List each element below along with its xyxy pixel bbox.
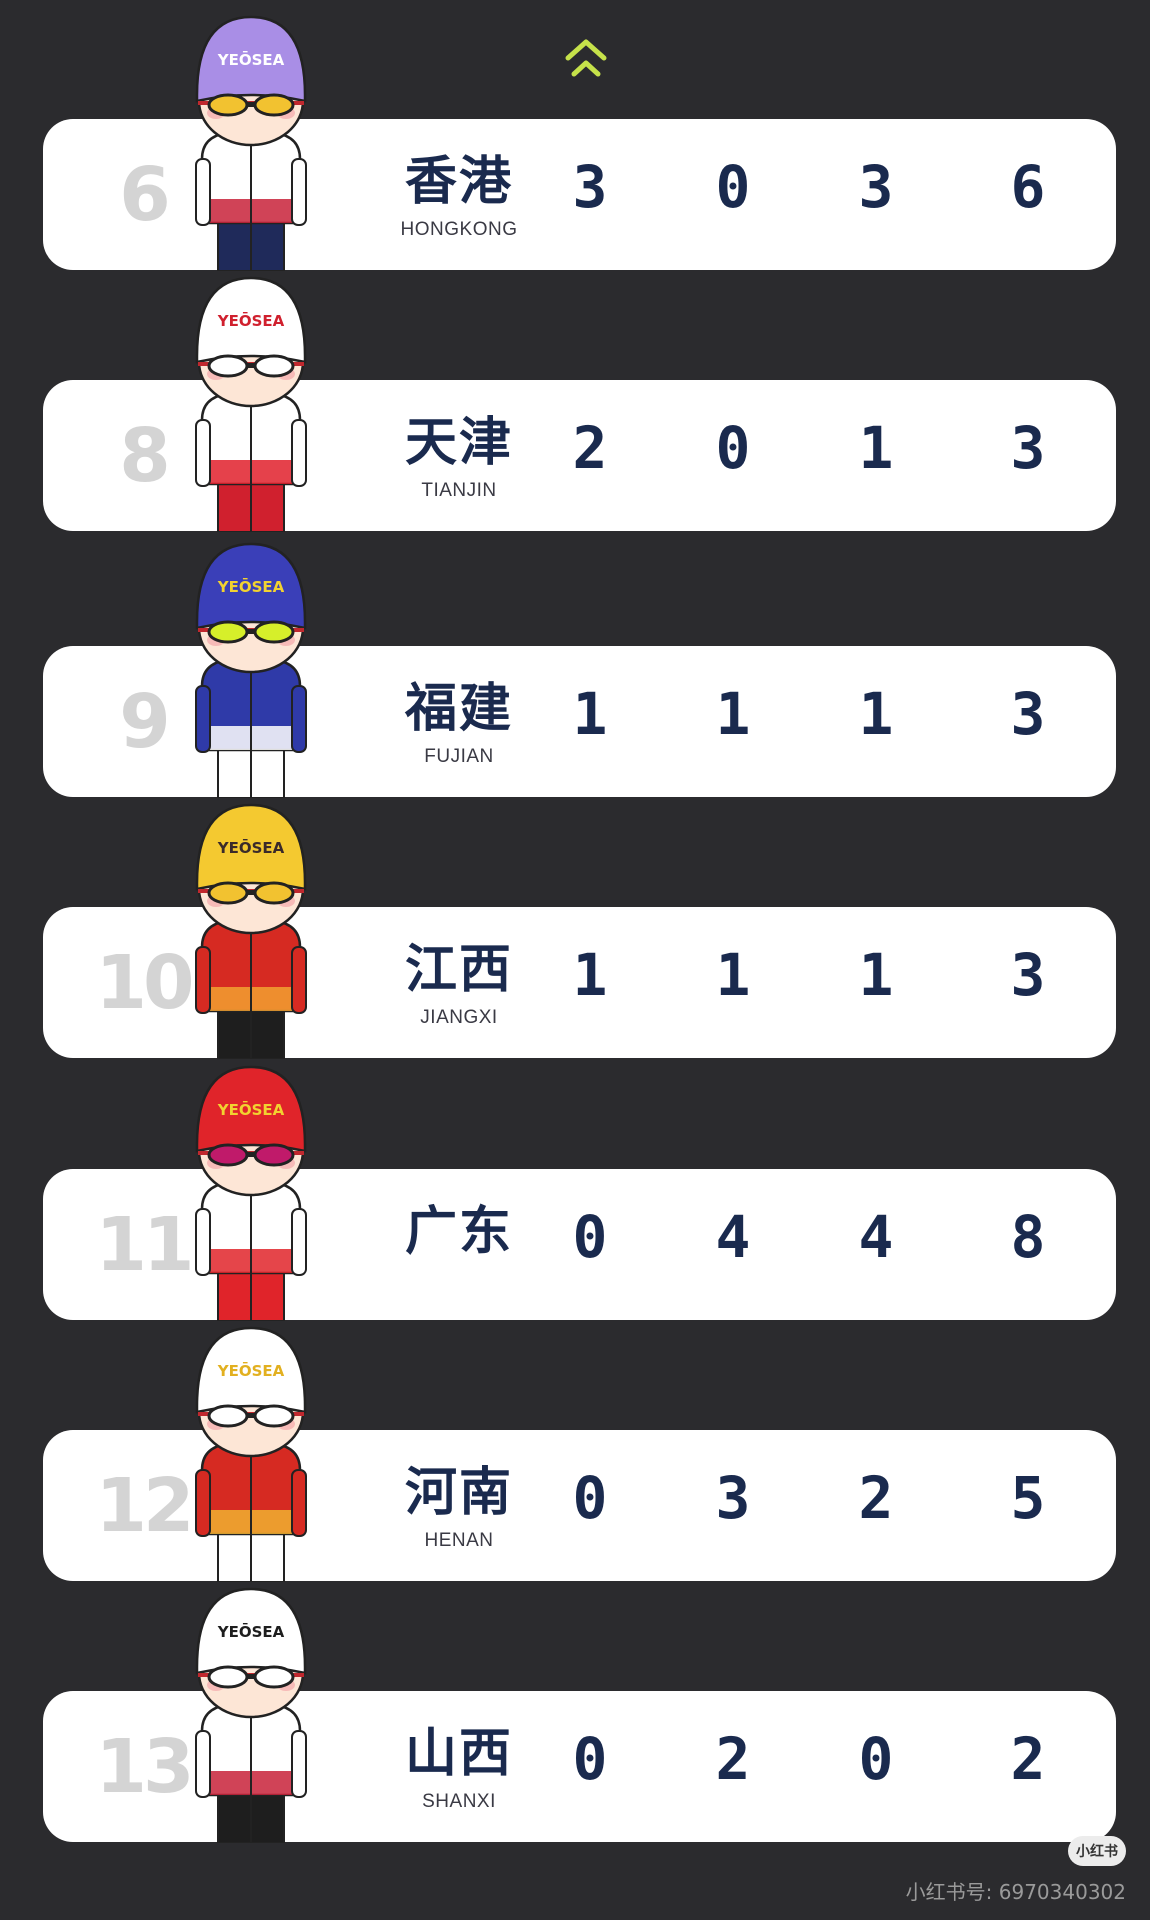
watermark-account-id: 小红书号: 6970340302	[905, 1880, 1126, 1904]
bronze-count: 4	[858, 1203, 894, 1271]
total-count: 3	[1010, 680, 1046, 748]
cap-brand-logo: YEŌSEA	[217, 1099, 285, 1119]
gold-count: 0	[572, 1464, 608, 1532]
gold-count: 0	[572, 1725, 608, 1793]
bronze-count: 2	[858, 1464, 894, 1532]
team-name-chinese: 福建	[404, 679, 513, 739]
scroll-up-icon[interactable]	[562, 34, 610, 82]
silver-count: 1	[715, 680, 751, 748]
cap-brand-logo: YEŌSEA	[217, 576, 285, 596]
swimmer-avatar: YEŌSEA	[180, 536, 322, 799]
swimmer-avatar: YEŌSEA	[180, 797, 322, 1060]
team-name-chinese: 香港	[404, 152, 513, 212]
total-count: 3	[1010, 414, 1046, 482]
team-name-pinyin: HONGKONG	[400, 219, 518, 240]
swimmer-avatar: YEŌSEA	[180, 1059, 322, 1322]
total-count: 3	[1010, 941, 1046, 1009]
bronze-count: 1	[858, 414, 894, 482]
silver-count: 3	[715, 1464, 751, 1532]
silver-count: 2	[715, 1725, 751, 1793]
team-name-chinese: 江西	[404, 940, 513, 1000]
cap-brand-logo: YEŌSEA	[217, 837, 285, 857]
cap-brand-logo: YEŌSEA	[217, 1621, 285, 1641]
gold-count: 1	[572, 941, 608, 1009]
swimmer-avatar: YEŌSEA	[180, 1320, 322, 1583]
swimmer-avatar: YEŌSEA	[180, 270, 322, 533]
team-name-chinese: 山西	[404, 1724, 513, 1784]
team-name-pinyin: FUJIAN	[424, 746, 494, 767]
gold-count: 1	[572, 680, 608, 748]
team-name-pinyin: TIANJIN	[421, 480, 497, 501]
gold-count: 0	[572, 1203, 608, 1271]
cap-brand-logo: YEŌSEA	[217, 49, 285, 69]
total-count: 5	[1010, 1464, 1046, 1532]
cap-brand-logo: YEŌSEA	[217, 1360, 285, 1380]
bronze-count: 3	[858, 153, 894, 221]
gold-count: 2	[572, 414, 608, 482]
team-name-chinese: 广东	[404, 1202, 513, 1262]
silver-count: 0	[715, 153, 751, 221]
swimmer-avatar: YEŌSEA	[180, 1581, 322, 1844]
team-name-pinyin: HENAN	[424, 1530, 494, 1551]
total-count: 6	[1010, 153, 1046, 221]
cap-brand-logo: YEŌSEA	[217, 310, 285, 330]
silver-count: 1	[715, 941, 751, 1009]
gold-count: 3	[572, 153, 608, 221]
team-name-pinyin: SHANXI	[422, 1791, 496, 1812]
silver-count: 4	[715, 1203, 751, 1271]
swimmer-avatar: YEŌSEA	[180, 9, 322, 272]
total-count: 2	[1010, 1725, 1046, 1793]
bronze-count: 1	[858, 941, 894, 1009]
team-name-chinese: 天津	[404, 413, 513, 473]
total-count: 8	[1010, 1203, 1046, 1271]
team-name-pinyin: JIANGXI	[420, 1007, 498, 1028]
silver-count: 0	[715, 414, 751, 482]
bronze-count: 0	[858, 1725, 894, 1793]
xiaohongshu-logo: 小红书	[1068, 1836, 1126, 1866]
team-name-chinese: 河南	[404, 1463, 513, 1523]
bronze-count: 1	[858, 680, 894, 748]
